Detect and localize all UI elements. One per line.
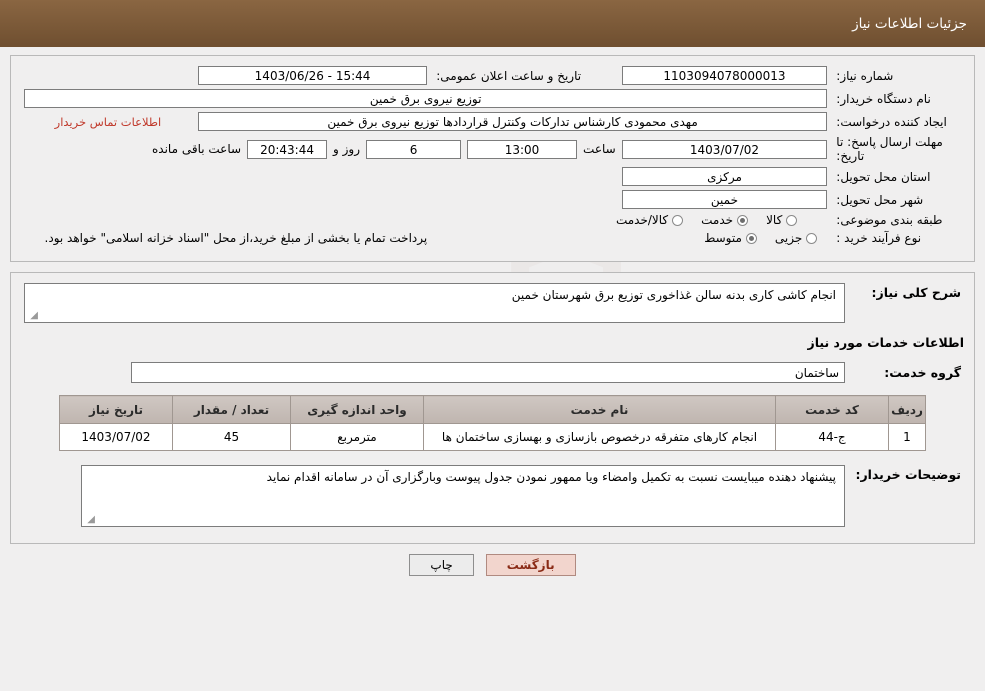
- deadline-date-value: 1403/07/02: [621, 139, 828, 159]
- resize-grip-icon[interactable]: ◢: [28, 311, 38, 321]
- remaining-label: ساعت باقی مانده: [152, 142, 242, 156]
- purchase-type-option-motavaset-label: متوسط: [704, 231, 742, 245]
- table-row: 1 ج-44 انجام کارهای متفرقه درخصوص بازساز…: [59, 423, 926, 451]
- services-table: ردیف کد خدمت نام خدمت واحد اندازه گیری ت…: [59, 395, 926, 451]
- category-option-kala-khedmat[interactable]: کالا/خدمت: [615, 213, 684, 227]
- radio-icon[interactable]: [737, 214, 749, 226]
- radio-icon[interactable]: [786, 214, 798, 226]
- cell-quantity: 45: [172, 423, 291, 451]
- row-city: شهر محل تحویل: خمین: [21, 188, 964, 211]
- remaining-days-value: 6: [366, 139, 462, 159]
- category-label: طبقه بندی موضوعی:: [836, 213, 943, 227]
- buyer-notes-label: توضیحات خریدار:: [855, 467, 961, 482]
- remaining-time-value: 20:43:44: [247, 139, 328, 159]
- row-requester: ایجاد کننده درخواست: مهدی محمودی کارشناس…: [21, 110, 964, 133]
- need-number-value: 1103094078000013: [621, 66, 828, 85]
- purchase-type-label: نوع فرآیند خرید :: [836, 231, 922, 245]
- city-label: شهر محل تحویل:: [836, 192, 924, 207]
- row-service-group: گروه خدمت: ساختمان: [21, 360, 964, 385]
- requester-label: ایجاد کننده درخواست:: [836, 114, 947, 129]
- col-row: ردیف: [888, 395, 926, 424]
- page-content: شماره نیاز: 1103094078000013 تاریخ و ساع…: [0, 55, 985, 582]
- col-quantity: تعداد / مقدار: [172, 395, 291, 424]
- buyer-notes-form: توضیحات خریدار: پیشنهاد دهنده میبایست نس…: [21, 463, 964, 529]
- category-option-kala-label: کالا: [766, 213, 783, 227]
- cell-row: 1: [888, 423, 926, 451]
- row-category: طبقه بندی موضوعی: کالا خدمت کالا/خدمت: [21, 211, 964, 229]
- summary-panel: شرح کلی نیاز: انجام کاشی کاری بدنه سالن …: [10, 272, 975, 544]
- row-purchase-type: نوع فرآیند خرید : جزیی متوسط پرداخت تمام…: [21, 229, 964, 247]
- radio-icon[interactable]: [672, 214, 684, 226]
- col-date: تاریخ نیاز: [59, 395, 173, 424]
- summary-textarea[interactable]: انجام کاشی کاری بدنه سالن غذاخوری توزیع …: [24, 283, 845, 323]
- col-name: نام خدمت: [423, 395, 776, 424]
- page-header: جزئیات اطلاعات نیاز: [0, 0, 985, 47]
- purchase-type-option-motavaset[interactable]: متوسط: [704, 231, 757, 245]
- buyer-org-label: نام دستگاه خریدار:: [836, 91, 931, 106]
- row-province: استان محل تحویل: مرکزی: [21, 165, 964, 188]
- announce-datetime-label: تاریخ و ساعت اعلان عمومی:: [436, 68, 582, 83]
- cell-code: ج-44: [775, 423, 889, 451]
- buyer-org-value: توزیع نیروی برق خمین: [24, 89, 828, 108]
- purchase-note: پرداخت تمام یا بخشی از مبلغ خرید،از محل …: [44, 231, 428, 245]
- summary-label: شرح کلی نیاز:: [871, 285, 961, 300]
- category-option-kala-khedmat-label: کالا/خدمت: [615, 213, 669, 227]
- days-label: روز و: [333, 142, 361, 156]
- summary-form: شرح کلی نیاز: انجام کاشی کاری بدنه سالن …: [21, 281, 964, 325]
- services-title: اطلاعات خدمات مورد نیاز: [807, 335, 965, 350]
- service-group-value: ساختمان: [131, 362, 845, 383]
- services-table-header-row: ردیف کد خدمت نام خدمت واحد اندازه گیری ت…: [59, 395, 926, 424]
- back-button[interactable]: بازگشت: [485, 554, 576, 576]
- row-summary: شرح کلی نیاز: انجام کاشی کاری بدنه سالن …: [21, 281, 964, 325]
- page-title: جزئیات اطلاعات نیاز: [852, 15, 967, 32]
- city-value: خمین: [621, 190, 828, 209]
- cell-name: انجام کارهای متفرقه درخصوص بازسازی و بهس…: [423, 423, 776, 451]
- announce-datetime-value: 15:44 - 1403/06/26: [197, 66, 428, 85]
- summary-value: انجام کاشی کاری بدنه سالن غذاخوری توزیع …: [511, 288, 836, 302]
- row-deadline: مهلت ارسال پاسخ: تا تاریخ: 1403/07/02 سا…: [21, 133, 964, 165]
- requester-value: مهدی محمودی کارشناس تدارکات وکنترل قرارد…: [197, 112, 828, 131]
- buyer-contact-link[interactable]: اطلاعات تماس خریدار: [55, 115, 162, 129]
- category-option-khedmat-label: خدمت: [701, 213, 734, 227]
- row-need-number: شماره نیاز: 1103094078000013 تاریخ و ساع…: [21, 64, 964, 87]
- resize-grip-icon[interactable]: ◢: [85, 515, 95, 525]
- purchase-type-option-jozee-label: جزیی: [774, 231, 803, 245]
- service-group-form: گروه خدمت: ساختمان: [21, 360, 964, 385]
- category-option-kala[interactable]: کالا: [766, 213, 798, 227]
- footer-actions: بازگشت چاپ: [0, 544, 985, 582]
- province-value: مرکزی: [621, 167, 828, 186]
- deadline-label: مهلت ارسال پاسخ: تا تاریخ:: [836, 135, 943, 163]
- need-details-form: شماره نیاز: 1103094078000013 تاریخ و ساع…: [21, 64, 964, 247]
- services-table-wrap: ردیف کد خدمت نام خدمت واحد اندازه گیری ت…: [21, 395, 964, 451]
- buyer-notes-value: پیشنهاد دهنده میبایست نسبت به تکمیل وامض…: [266, 470, 836, 484]
- col-unit: واحد اندازه گیری: [290, 395, 424, 424]
- service-group-label: گروه خدمت:: [884, 365, 961, 380]
- buyer-notes-textarea[interactable]: پیشنهاد دهنده میبایست نسبت به تکمیل وامض…: [81, 465, 845, 527]
- col-code: کد خدمت: [775, 395, 889, 424]
- hour-label: ساعت: [583, 142, 616, 156]
- need-details-panel: شماره نیاز: 1103094078000013 تاریخ و ساع…: [10, 55, 975, 262]
- need-number-label: شماره نیاز:: [836, 68, 894, 83]
- category-option-khedmat[interactable]: خدمت: [701, 213, 749, 227]
- deadline-time-value: 13:00: [467, 139, 578, 159]
- cell-date: 1403/07/02: [59, 423, 173, 451]
- province-label: استان محل تحویل:: [836, 169, 931, 184]
- purchase-type-option-jozee[interactable]: جزیی: [774, 231, 818, 245]
- row-buyer-org: نام دستگاه خریدار: توزیع نیروی برق خمین: [21, 87, 964, 110]
- radio-icon[interactable]: [806, 232, 818, 244]
- print-button[interactable]: چاپ: [409, 554, 474, 576]
- radio-icon[interactable]: [745, 232, 757, 244]
- row-buyer-notes: توضیحات خریدار: پیشنهاد دهنده میبایست نس…: [21, 463, 964, 529]
- cell-unit: مترمربع: [290, 423, 424, 451]
